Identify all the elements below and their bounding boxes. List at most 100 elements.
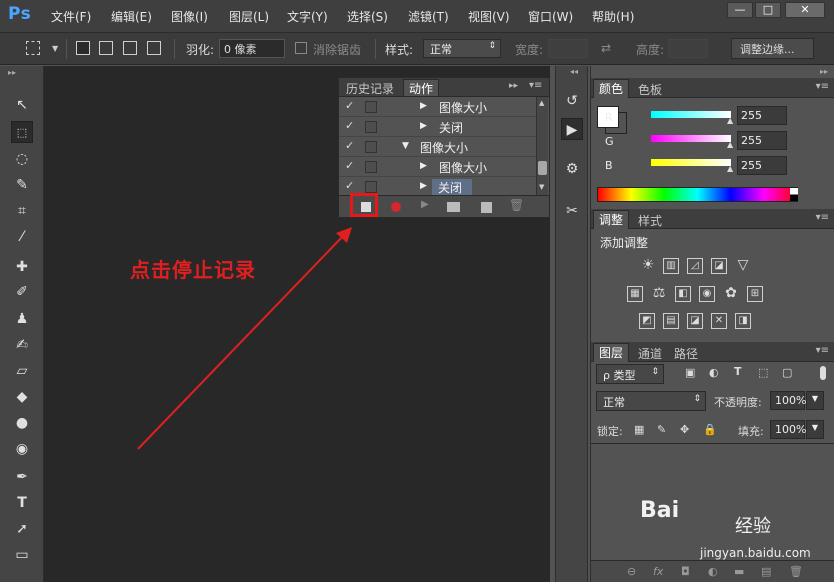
lock-all-icon[interactable]: 🔒 xyxy=(703,423,717,436)
filter-toggle[interactable] xyxy=(820,366,826,380)
action-row[interactable]: ✓ ▼ 图像大小 xyxy=(339,137,536,157)
delete-layer-icon[interactable]: 🗑 xyxy=(789,565,803,578)
menu-layer[interactable]: 图层(L) xyxy=(229,8,269,25)
tab-adjustments[interactable]: 调整 xyxy=(593,210,630,229)
lock-transparent-icon[interactable]: ▦ xyxy=(634,423,644,436)
check-icon[interactable]: ✓ xyxy=(345,159,359,172)
blue-slider[interactable] xyxy=(651,159,731,166)
tab-channels[interactable]: 通道 xyxy=(633,345,667,362)
menu-filter[interactable]: 滤镜(T) xyxy=(408,8,449,25)
antialias-checkbox[interactable] xyxy=(295,42,307,54)
scrollbar[interactable]: ▲ ▼ xyxy=(536,97,548,195)
dialog-toggle[interactable] xyxy=(365,141,377,153)
chevron-down-icon[interactable]: ▼ xyxy=(806,391,824,410)
play-icon[interactable]: ▶ xyxy=(421,199,429,210)
collapse-icon[interactable]: ◂◂ xyxy=(570,67,578,76)
refine-edge-button[interactable]: 调整边缘... xyxy=(731,38,814,59)
dialog-toggle[interactable] xyxy=(365,161,377,173)
dialog-toggle[interactable] xyxy=(365,181,377,193)
check-icon[interactable]: ✓ xyxy=(345,179,359,192)
panel-menu-icon[interactable]: ▾≡ xyxy=(816,212,829,223)
tool-presets-icon[interactable]: ⚙ xyxy=(561,158,583,180)
chevron-down-icon[interactable]: ▼ xyxy=(806,420,824,439)
collapse-triangle-icon[interactable]: ▼ xyxy=(402,141,409,151)
style-select[interactable]: 正常 ⇕ xyxy=(423,39,501,58)
link-layers-icon[interactable]: ⊖ xyxy=(627,565,636,578)
expand-triangle-icon[interactable]: ▶ xyxy=(420,121,427,131)
add-selection-icon[interactable] xyxy=(99,41,113,55)
panel-menu-icon[interactable]: ▾≡ xyxy=(529,80,542,91)
close-button[interactable]: ✕ xyxy=(785,2,825,18)
dialog-toggle[interactable] xyxy=(365,101,377,113)
swap-icon[interactable]: ⇄ xyxy=(601,41,611,55)
stop-recording-button[interactable] xyxy=(361,202,371,212)
record-button[interactable] xyxy=(391,202,401,212)
new-selection-icon[interactable] xyxy=(76,41,90,55)
slider-thumb[interactable]: ▲ xyxy=(727,140,733,149)
selective-color-icon[interactable]: ◨ xyxy=(735,313,751,329)
healing-brush-tool-icon[interactable]: ✚ xyxy=(11,256,33,278)
history-brush-tool-icon[interactable]: ✍ xyxy=(11,334,33,356)
black-white-swatch[interactable] xyxy=(790,188,798,201)
menu-type[interactable]: 文字(Y) xyxy=(287,8,328,25)
filter-type-icon[interactable]: T xyxy=(734,365,742,378)
tab-history[interactable]: 历史记录 xyxy=(341,80,399,97)
filter-image-icon[interactable]: ▣ xyxy=(685,366,695,379)
pen-tool-icon[interactable]: ✒ xyxy=(11,466,33,488)
blend-mode-select[interactable]: 正常 ⇕ xyxy=(596,391,706,411)
trash-icon[interactable]: 🗑 xyxy=(509,198,524,212)
lock-position-icon[interactable]: ✥ xyxy=(680,423,689,436)
filter-smart-icon[interactable]: ▢ xyxy=(782,366,792,379)
new-action-icon[interactable] xyxy=(481,202,492,213)
blur-tool-icon[interactable]: ● xyxy=(11,412,33,434)
slider-thumb[interactable]: ▲ xyxy=(727,164,733,173)
chevron-down-icon[interactable]: ▼ xyxy=(52,44,58,53)
dodge-tool-icon[interactable]: ◉ xyxy=(11,438,33,460)
color-balance-icon[interactable]: ⚖ xyxy=(651,286,667,302)
layer-mask-icon[interactable]: ◘ xyxy=(681,565,690,578)
black-white-icon[interactable]: ◧ xyxy=(675,286,691,302)
exposure-icon[interactable]: ◪ xyxy=(711,258,727,274)
filter-adjustment-icon[interactable]: ◐ xyxy=(709,366,719,379)
width-input[interactable] xyxy=(548,39,588,58)
slider-thumb[interactable]: ▲ xyxy=(727,116,733,125)
opacity-input[interactable]: 100% xyxy=(770,391,806,410)
feather-input[interactable]: 0 像素 xyxy=(219,39,285,58)
gradient-map-icon[interactable]: ✕ xyxy=(711,313,727,329)
blue-value[interactable]: 255 xyxy=(737,156,787,175)
marquee-tool-icon[interactable] xyxy=(26,41,40,55)
eraser-tool-icon[interactable]: ▱ xyxy=(11,360,33,382)
brush-tool-icon[interactable]: ✐ xyxy=(11,281,33,303)
red-slider[interactable] xyxy=(651,111,731,118)
expand-icon[interactable]: ▸▸ xyxy=(509,81,518,91)
subtract-selection-icon[interactable] xyxy=(123,41,137,55)
tab-swatches[interactable]: 色板 xyxy=(633,81,667,98)
collapse-icon[interactable]: ▸▸ xyxy=(820,67,828,76)
layer-style-icon[interactable]: fx xyxy=(653,565,663,578)
check-icon[interactable]: ✓ xyxy=(345,99,359,112)
menu-edit[interactable]: 编辑(E) xyxy=(111,8,152,25)
tab-layers[interactable]: 图层 xyxy=(593,343,630,362)
brightness-icon[interactable]: ☀ xyxy=(640,258,656,274)
eyedropper-tool-icon[interactable]: ⁄ xyxy=(11,226,33,248)
posterize-icon[interactable]: ▤ xyxy=(663,313,679,329)
filter-shape-icon[interactable]: ⬚ xyxy=(758,366,768,379)
scroll-down-icon[interactable]: ▼ xyxy=(539,183,544,191)
vibrance-icon[interactable]: ▽ xyxy=(735,258,751,274)
expand-triangle-icon[interactable]: ▶ xyxy=(420,101,427,111)
threshold-icon[interactable]: ◪ xyxy=(687,313,703,329)
channel-mixer-icon[interactable]: ✿ xyxy=(723,286,739,302)
menu-view[interactable]: 视图(V) xyxy=(468,8,510,25)
crop-tool-icon[interactable]: ⌗ xyxy=(11,200,33,222)
layer-filter-select[interactable]: ρ 类型 ⇕ xyxy=(596,364,664,384)
action-row[interactable]: ✓ ▶ 图像大小 xyxy=(339,157,536,177)
fill-input[interactable]: 100% xyxy=(770,420,806,439)
photo-filter-icon[interactable]: ◉ xyxy=(699,286,715,302)
color-spectrum[interactable] xyxy=(597,187,798,202)
intersect-selection-icon[interactable] xyxy=(147,41,161,55)
menu-window[interactable]: 窗口(W) xyxy=(528,8,573,25)
height-input[interactable] xyxy=(668,39,708,58)
brush-presets-icon[interactable]: ✂ xyxy=(561,200,583,222)
tab-styles[interactable]: 样式 xyxy=(633,212,667,229)
rect-marquee-tool-icon[interactable]: ⬚ xyxy=(11,121,33,143)
